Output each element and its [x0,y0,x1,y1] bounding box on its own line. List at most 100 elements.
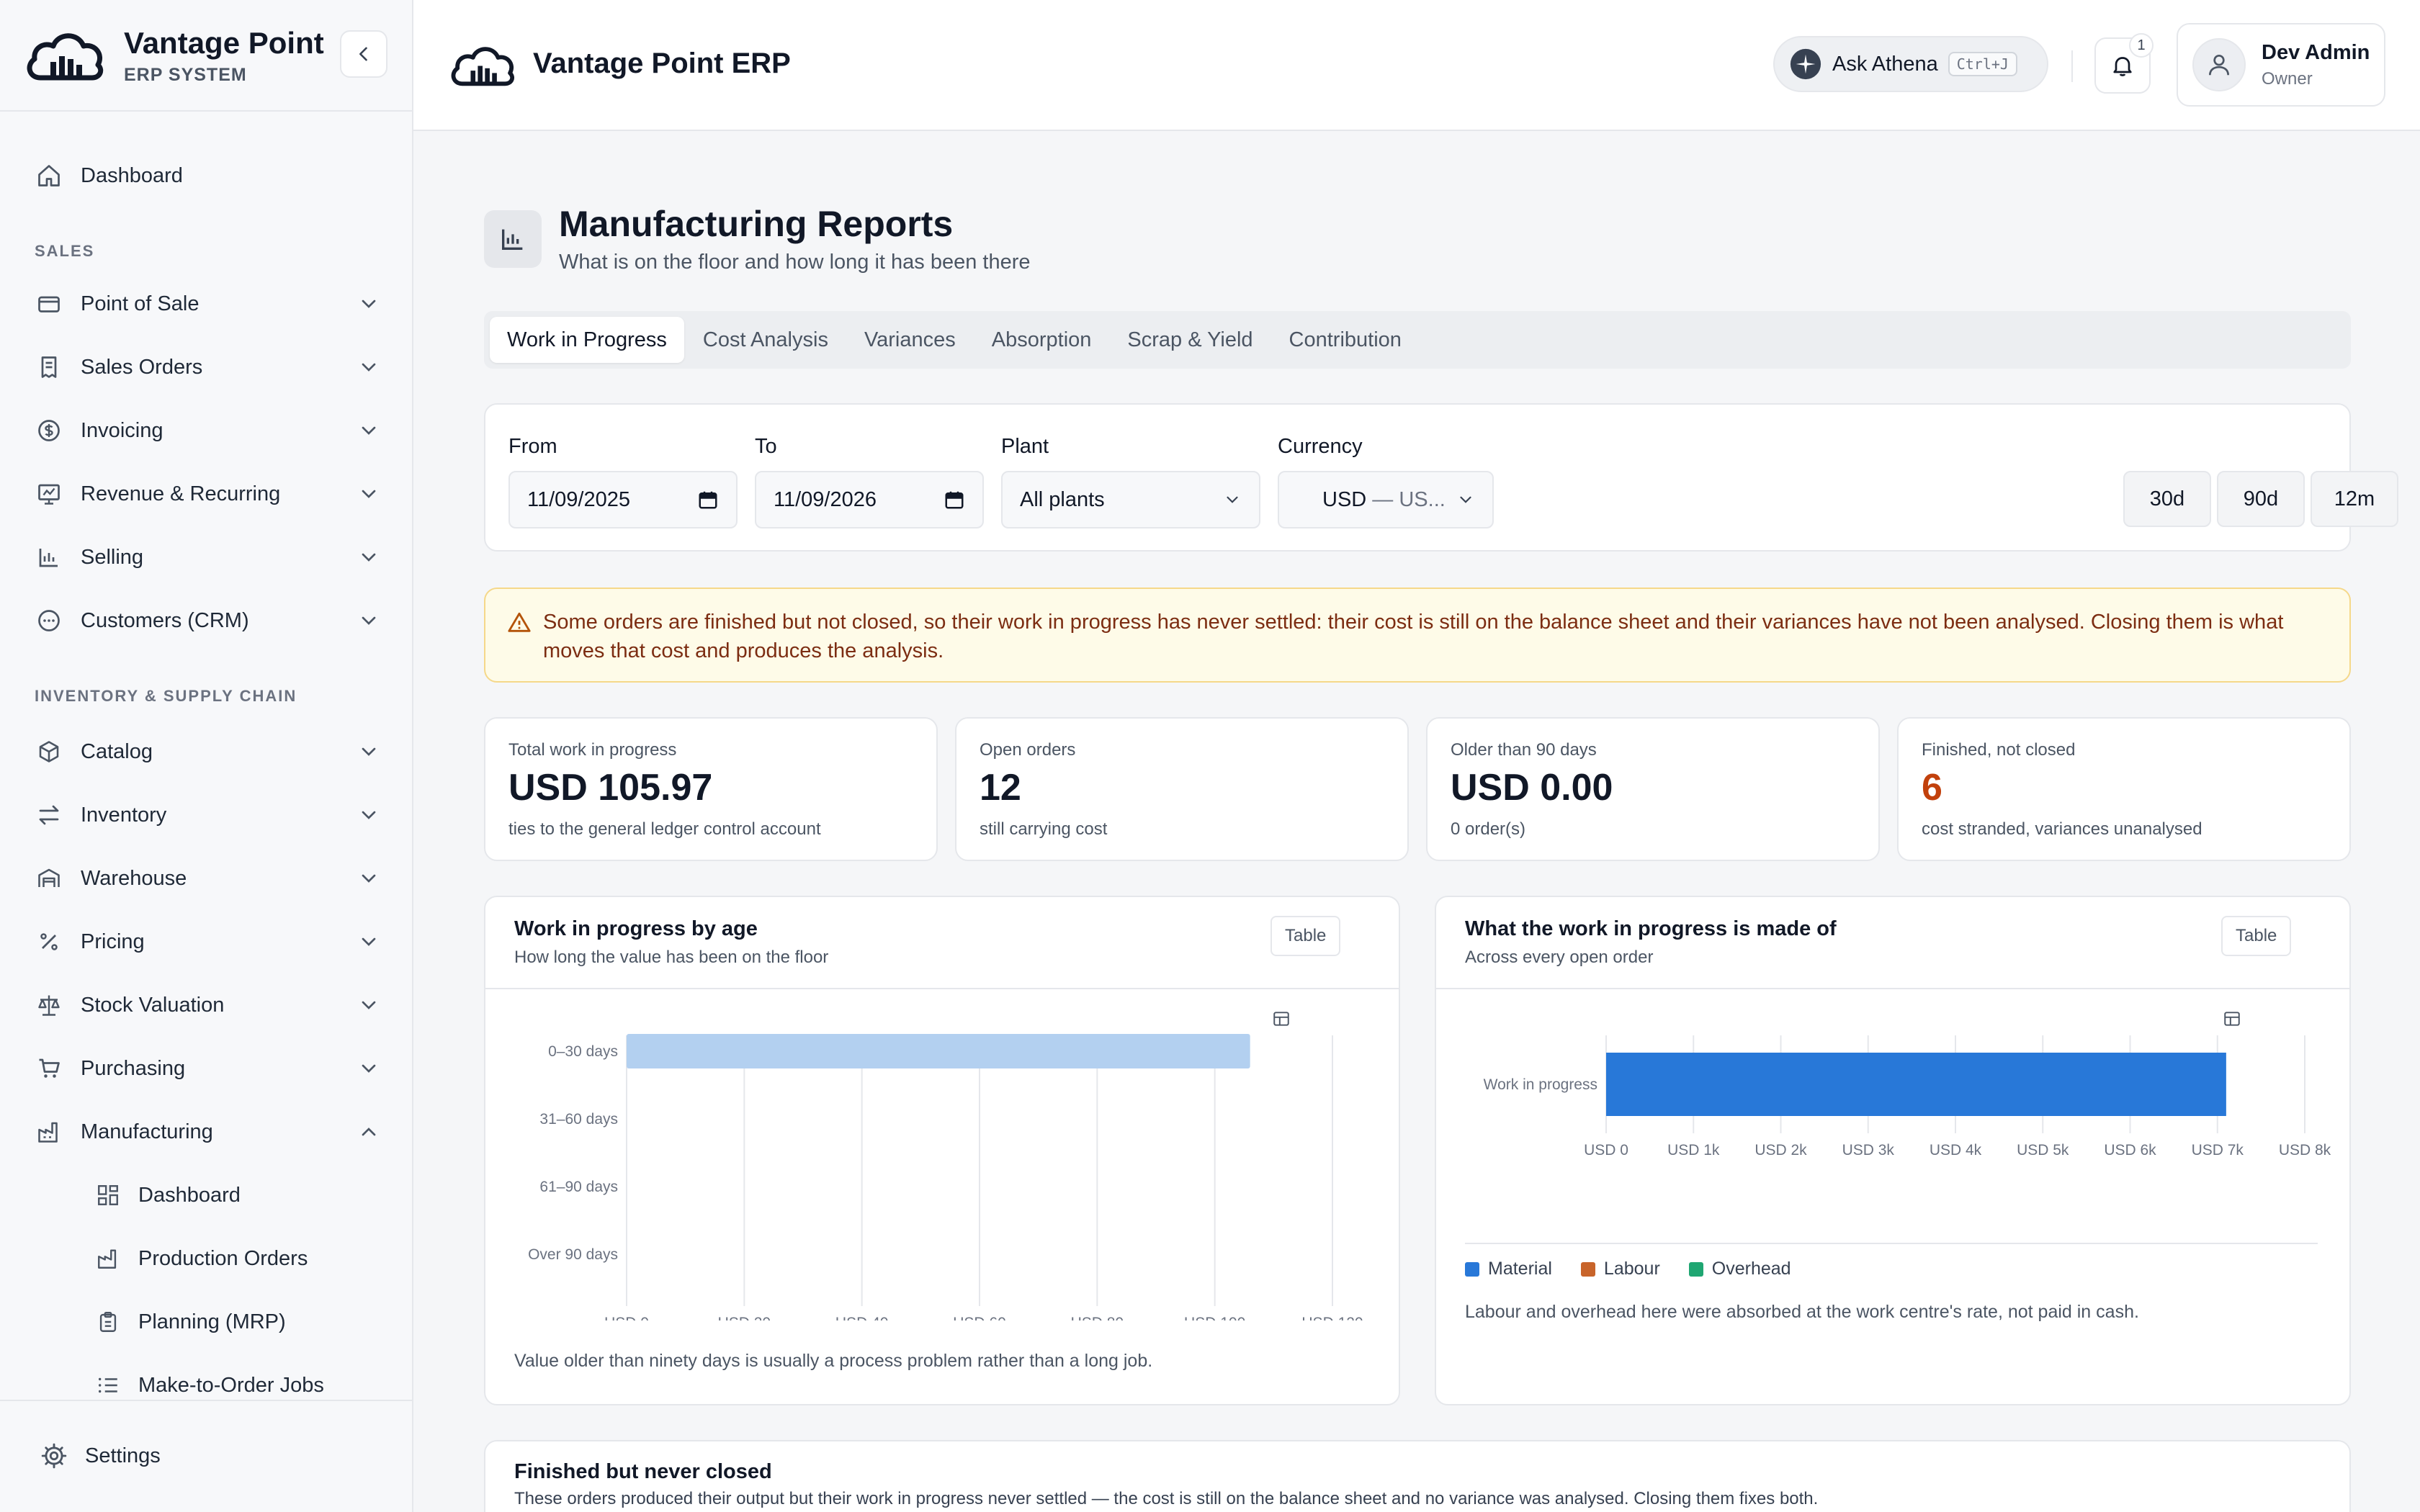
sparkle-icon [1790,48,1821,80]
sidebar-subitem-label: Dashboard [138,1183,241,1207]
receipt-icon [35,353,63,382]
sidebar-item-catalog[interactable]: Catalog [35,730,380,773]
sidebar-item-label: Sales Orders [81,355,203,379]
from-date-value: 11/09/2025 [527,487,630,511]
tab-absorption[interactable]: Absorption [974,317,1109,363]
sidebar-item-settings[interactable]: Settings [40,1442,161,1470]
chat-bubble-icon [35,606,63,635]
sidebar-subitem-production-orders[interactable]: Production Orders [95,1237,398,1280]
notifications-button[interactable]: 1 [2094,33,2154,94]
chevron-down-icon [362,490,376,498]
x-tick-label: USD 6k [2104,1142,2156,1158]
sidebar-item-inventory[interactable]: Inventory [35,793,380,837]
bar-chart-icon [484,210,542,268]
sidebar: Vantage Point ERP SYSTEM Dashboard SALES… [0,0,413,1512]
sidebar-item-invoicing[interactable]: Invoicing [35,409,380,452]
sidebar-item-selling[interactable]: Selling [35,536,380,579]
x-tick-label: USD 100 [1184,1315,1245,1320]
sidebar-item-label: Inventory [81,803,167,827]
home-icon [35,161,63,190]
ask-athena-button[interactable]: Ask Athena Ctrl+J [1773,36,2048,92]
tab-scrap-yield[interactable]: Scrap & Yield [1110,317,1270,363]
currency-code: USD [1322,487,1367,511]
legend-label: Labour [1603,1259,1660,1279]
percent-icon [35,927,63,956]
y-tick-label: Over 90 days [528,1246,618,1263]
brand-subtitle: ERP SYSTEM [124,65,247,85]
collapse-sidebar-button[interactable] [340,30,387,78]
sidebar-subitem-mfg-dashboard[interactable]: Dashboard [95,1174,398,1217]
chevron-down-icon [362,426,376,435]
kpi-subtext: still carrying cost [980,819,1108,839]
tab-cost-analysis[interactable]: Cost Analysis [686,317,846,363]
app-title: Vantage Point ERP [533,48,791,79]
chevron-down-icon [362,811,376,819]
table-toggle-button[interactable]: Table [2221,916,2292,1026]
sidebar-item-pricing[interactable]: Pricing [35,920,380,963]
range-90d-button[interactable]: 90d [2217,471,2305,527]
gear-icon [41,1443,67,1469]
cloud-factory-logo [27,33,104,81]
from-date-input[interactable]: 11/09/2025 [508,471,738,528]
chevron-down-icon [362,300,376,308]
sidebar-item-point-of-sale[interactable]: Point of Sale [35,282,380,325]
to-date-input[interactable]: 11/09/2026 [755,471,984,528]
range-30d-button[interactable]: 30d [2123,471,2211,527]
x-tick-label: USD 40 [835,1315,889,1320]
wip-by-age-chart: USD 0 USD 20 USD 40 USD 60 USD 80 USD 100 USD … [528,1034,1363,1320]
x-tick-label: USD 4k [1930,1142,1982,1158]
user-menu-button[interactable]: Dev Admin Owner [2177,23,2385,107]
sidebar-item-manufacturing[interactable]: Manufacturing [35,1110,380,1153]
sidebar-settings-area: Settings [0,1400,412,1512]
sidebar-subitem-planning-mrp[interactable]: Planning (MRP) [95,1300,398,1344]
kpi-subtext: 0 order(s) [1451,819,1526,839]
brand: Vantage Point ERP SYSTEM [0,0,412,112]
sidebar-item-label: Warehouse [81,866,187,890]
from-label: From [508,435,557,458]
sidebar-item-sales-orders[interactable]: Sales Orders [35,346,380,389]
tab-work-in-progress[interactable]: Work in Progress [490,317,684,363]
grid-icon [95,1182,121,1208]
legend-separator [1465,1243,2318,1244]
sidebar-item-label: Purchasing [81,1056,186,1080]
sidebar-subitem-label: Make-to-Order Jobs [138,1373,324,1397]
sidebar-item-dashboard[interactable]: Dashboard [35,154,380,197]
sidebar-item-label: Customers (CRM) [81,608,249,632]
legend-label: Overhead [1711,1259,1791,1279]
tab-variances[interactable]: Variances [847,317,973,363]
kpi-value: USD 105.97 [508,767,713,809]
kpi-label: Finished, not closed [1922,740,2076,760]
sidebar-item-revenue-recurring[interactable]: Revenue & Recurring [35,472,380,516]
currency-select[interactable]: USD — US... [1278,471,1494,528]
table-toggle-button[interactable]: Table [1270,916,1341,1026]
factory-icon [35,1117,63,1146]
x-tick-label: USD 20 [718,1315,771,1320]
scale-icon [35,991,63,1020]
plant-select[interactable]: All plants [1001,471,1260,528]
range-12m-button[interactable]: 12m [2311,471,2398,527]
sidebar-item-warehouse[interactable]: Warehouse [35,857,380,900]
sidebar-item-label: Manufacturing [81,1120,213,1143]
y-tick-label: 0–30 days [548,1043,618,1060]
filter-panel: From 11/09/2025 To 11/09/2026 Plant All … [484,403,2398,552]
chevron-left-icon [359,47,367,61]
sidebar-item-stock-valuation[interactable]: Stock Valuation [35,984,380,1027]
y-tick-label: Work in progress [1484,1076,1597,1093]
chevron-up-icon [362,1128,376,1136]
legend-item-material: Material [1465,1259,1552,1279]
cart-icon [35,1054,63,1083]
x-tick-label: USD 2k [1754,1142,1807,1158]
user-icon [2208,54,2230,76]
tab-contribution[interactable]: Contribution [1272,317,1419,363]
sidebar-item-customers-crm[interactable]: Customers (CRM) [35,599,380,642]
kpi-value: USD 0.00 [1451,767,1613,809]
wip-composition-card: What the work in progress is made of Acr… [1435,896,2351,1405]
bell-icon [2113,57,2132,76]
sidebar-item-label: Invoicing [81,418,163,442]
sidebar-subitem-label: Production Orders [138,1246,308,1270]
wip-composition-chart: USD 0 USD 1k USD 2k USD 3k USD 4k USD 5k USD 6… [1484,1035,2331,1158]
sidebar-item-purchasing[interactable]: Purchasing [35,1047,380,1090]
chevron-down-icon [362,363,376,372]
dollar-circle-icon [35,416,63,445]
chart-legend: Material Labour Overhead [1465,1259,1820,1279]
